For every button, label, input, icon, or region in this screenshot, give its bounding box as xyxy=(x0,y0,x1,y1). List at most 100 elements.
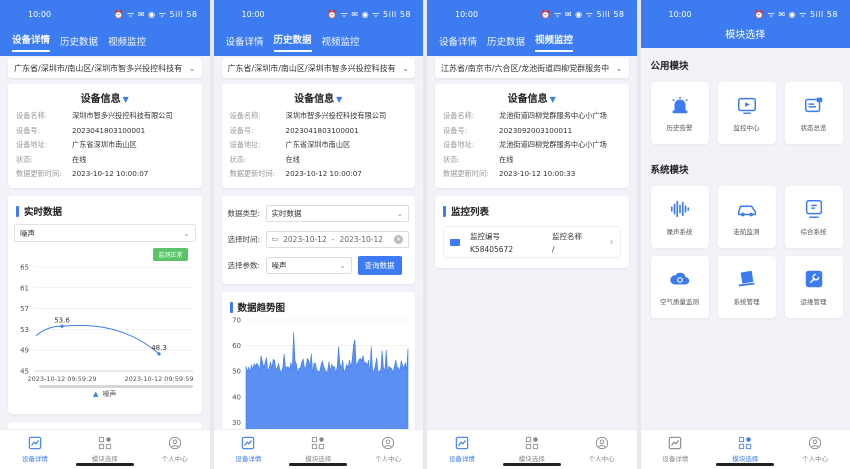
tab-video-monitor[interactable]: 视频监控 xyxy=(535,32,574,52)
nav-device-detail[interactable]: 设备详情 xyxy=(235,436,261,463)
wrench-icon xyxy=(805,270,822,288)
nav-label: 个人中心 xyxy=(161,455,188,463)
param-select[interactable]: 噪声 ⌄ xyxy=(265,256,352,274)
device-info-title[interactable]: 设备信息 ▼ xyxy=(435,90,629,105)
device-info-title[interactable]: 设备信息 ▼ xyxy=(8,90,202,105)
status-bar: 10:00 ⏰ ᯤ ✉ ◉ ᯤ 5ill 58 xyxy=(641,0,850,28)
status-bar: 10:00 ⏰ ᯤ ✉ ◉ ᯤ 5ill 58 xyxy=(214,0,424,28)
car-icon xyxy=(737,205,756,217)
status-icons: ⏰ ᯤ ✉ ◉ ᯤ 5ill 58 xyxy=(540,9,625,19)
param-select-value: 噪声 xyxy=(20,228,35,238)
clear-icon[interactable]: ✕ xyxy=(394,234,403,244)
nav-module-select[interactable]: 模块选择 xyxy=(92,436,118,463)
nav-label: 设备详情 xyxy=(21,455,48,463)
monitor-name-label: 监控名称 xyxy=(552,231,582,241)
date-from[interactable]: 2023-10-12 xyxy=(283,235,327,244)
region-select-value: 广东省/深圳市/南山区/深圳市智多兴投控科技有 xyxy=(227,63,396,73)
chart-icon xyxy=(455,436,469,450)
nav-profile[interactable]: 个人中心 xyxy=(162,436,188,463)
module-label: 系统管理 xyxy=(733,298,760,306)
grid-icon xyxy=(312,436,325,450)
device-info-title[interactable]: 设备信息 ▼ xyxy=(222,90,416,105)
info-key: 数据更新时间: xyxy=(16,169,62,178)
nav-module-select[interactable]: 模块选择 xyxy=(519,436,545,463)
region-select[interactable]: 广东省/深圳市/南山区/深圳市智多兴投控科技有 ⌄ xyxy=(221,58,415,78)
bottom-nav: 设备详情 模块选择 个人中心 xyxy=(640,429,850,469)
chart-icon xyxy=(242,436,255,450)
chevron-down-icon: ⌄ xyxy=(402,63,409,73)
nav-profile[interactable]: 个人中心 xyxy=(802,436,828,463)
nav-label: 个人中心 xyxy=(375,455,402,463)
module-history-alarm[interactable]: 历史告警 xyxy=(650,82,709,144)
status-badge: 监测正常 xyxy=(153,248,188,261)
info-key: 设备地址: xyxy=(229,140,261,149)
region-select[interactable]: 广东省/深圳市/南山区/深圳市智多兴投控科技有 ⌄ xyxy=(8,58,202,78)
monitor-item[interactable]: 监控编号 K58405672 监控名称 / › xyxy=(443,226,621,258)
nav-label: 个人中心 xyxy=(588,455,615,463)
info-key: 设备号: xyxy=(229,125,254,135)
nav-label: 模块选择 xyxy=(305,455,332,463)
y-tick-label: 53 xyxy=(20,326,29,334)
tab-history-data[interactable]: 历史数据 xyxy=(60,34,98,52)
region-select[interactable]: 江苏省/南京市/六合区/龙池街道四柳党群服务中 ⌄ xyxy=(435,58,629,78)
nav-device-detail[interactable]: 设备详情 xyxy=(449,436,475,463)
nav-device-detail[interactable]: 设备详情 xyxy=(22,436,48,463)
trend-title: 数据趋势图 xyxy=(222,292,416,314)
tab-video-monitor[interactable]: 视频监控 xyxy=(322,34,360,52)
date-range-picker[interactable]: ▭ 2023-10-12 - 2023-10-12 ✕ xyxy=(265,230,409,248)
info-row: 设备号: 2023041803100001 xyxy=(8,124,202,139)
info-key: 设备号: xyxy=(16,125,40,135)
tab-history-data[interactable]: 历史数据 xyxy=(487,34,525,52)
status-time: 10:00 xyxy=(241,9,265,19)
info-value: 2023-10-12 10:00:07 xyxy=(285,169,362,178)
nav-module-select[interactable]: 模块选择 xyxy=(732,436,758,463)
region-select-value: 江苏省/南京市/六合区/龙池街道四柳党群服务中 xyxy=(441,63,610,73)
module-system-management[interactable]: 系统管理 xyxy=(717,256,776,318)
param-select[interactable]: 噪声 ⌄ xyxy=(14,224,196,242)
tab-device-detail[interactable]: 设备详情 xyxy=(439,34,477,52)
chevron-down-icon: ⌄ xyxy=(183,228,190,238)
info-row: 数据更新时间: 2023-10-12 10:00:07 xyxy=(8,167,202,182)
region-select-value: 广东省/深圳市/南山区/深圳市智多兴投控科技有 xyxy=(14,63,183,73)
module-integrated-system[interactable]: 综合系统 xyxy=(784,186,843,248)
data-type-value: 实时数据 xyxy=(271,208,302,218)
module-noise-system[interactable]: 噪声系统 xyxy=(650,186,709,248)
data-type-select[interactable]: 实时数据 ⌄ xyxy=(265,204,409,222)
user-icon xyxy=(168,436,181,450)
laptop-icon xyxy=(738,270,754,287)
tab-video-monitor[interactable]: 视频监控 xyxy=(108,34,146,52)
module-air-quality[interactable]: 空气质量监测 xyxy=(650,256,709,318)
grid-icon xyxy=(739,436,752,450)
x-tick-label: 2023-10-12 09:59:59 xyxy=(124,375,193,383)
info-key: 设备地址: xyxy=(16,140,48,149)
trend-chart: 203040506070 xyxy=(232,317,408,434)
tab-device-detail[interactable]: 设备详情 xyxy=(12,32,51,52)
device-info-title-text: 设备信息 xyxy=(507,94,548,105)
trend-card: 数据趋势图 203040506070 xyxy=(221,292,416,442)
status-bar: 10:00 ⏰ ᯤ ✉ ◉ ᯤ 5ill 58 xyxy=(0,0,210,28)
nav-profile[interactable]: 个人中心 xyxy=(589,436,615,463)
nav-module-select[interactable]: 模块选择 xyxy=(305,436,331,463)
nav-profile[interactable]: 个人中心 xyxy=(375,436,401,463)
bottom-nav: 设备详情 模块选择 个人中心 xyxy=(213,429,423,469)
nav-device-detail[interactable]: 设备详情 xyxy=(662,436,688,463)
date-to[interactable]: 2023-10-12 xyxy=(339,235,383,244)
scrollbar xyxy=(39,385,193,388)
module-ops-management[interactable]: 运维管理 xyxy=(784,256,843,318)
info-value: 2023041803100001 xyxy=(72,125,146,135)
header-bar: 10:00 ⏰ ᯤ ✉ ◉ ᯤ 5ill 58 模块选择 xyxy=(640,0,850,48)
query-button[interactable]: 查询数据 xyxy=(357,255,402,275)
info-key: 状态: xyxy=(229,154,247,164)
query-form-card: 数据类型: 实时数据 ⌄ 选择时间: ▭ 2023-10-12 - 2023-10… xyxy=(221,196,415,284)
info-value: 深圳市智多兴投控科技有限公司 xyxy=(72,111,173,120)
module-status-overview[interactable]: 状态总览 xyxy=(784,82,843,144)
info-value: 2023041803100001 xyxy=(285,125,359,135)
module-monitor-center[interactable]: 监控中心 xyxy=(717,82,776,144)
module-mobile-monitor[interactable]: 走航监测 xyxy=(717,186,776,248)
chart-icon xyxy=(28,436,42,450)
info-row: 设备地址: 龙池街道四柳党群服务中心小广场 xyxy=(435,138,629,153)
tab-device-detail[interactable]: 设备详情 xyxy=(226,34,264,52)
module-label: 监控中心 xyxy=(733,124,760,132)
tab-history-data[interactable]: 历史数据 xyxy=(273,32,312,52)
module-label: 空气质量监测 xyxy=(660,298,699,306)
